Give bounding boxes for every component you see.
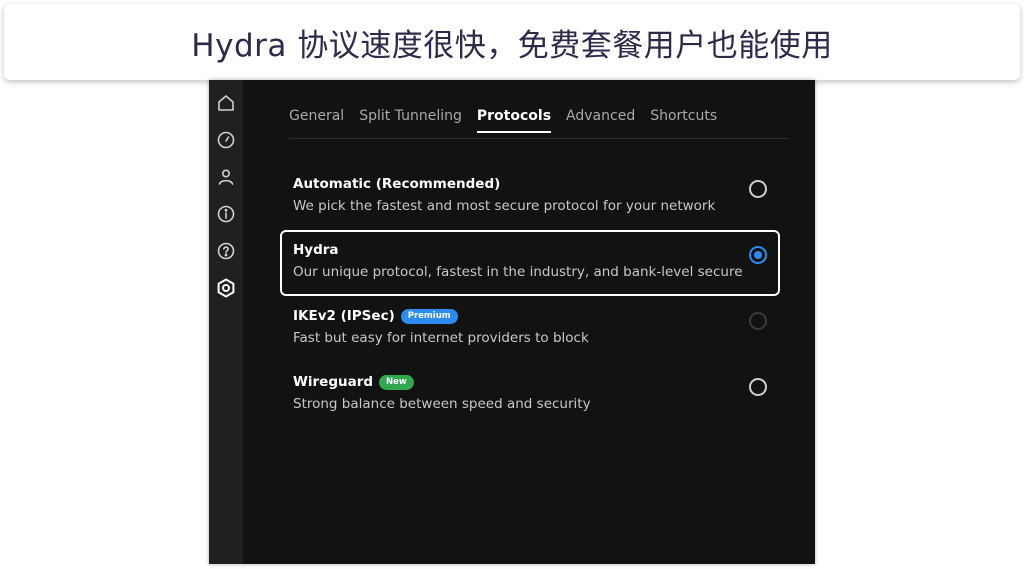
vpn-app-window: General Split Tunneling Protocols Advanc…	[209, 80, 815, 564]
sidebar-item-settings[interactable]	[213, 275, 239, 301]
user-icon	[216, 167, 236, 187]
settings-icon	[215, 277, 237, 299]
settings-content: General Split Tunneling Protocols Advanc…	[244, 80, 815, 564]
protocol-option-ikev2[interactable]: IKEv2 (IPSec) Premium Fast but easy for …	[280, 296, 780, 362]
page: Hydra 协议速度很快，免费套餐用户也能使用 General Split Tu…	[0, 0, 1024, 569]
protocol-option-wireguard[interactable]: Wireguard New Strong balance between spe…	[280, 362, 780, 428]
protocol-name: Wireguard New	[293, 372, 778, 392]
info-icon	[216, 204, 236, 224]
sidebar-item-speed[interactable]	[213, 127, 239, 153]
protocol-radio-ikev2[interactable]	[749, 312, 767, 330]
home-icon	[216, 93, 236, 113]
sidebar-item-account[interactable]	[213, 164, 239, 190]
premium-badge: Premium	[400, 308, 458, 324]
sidebar-item-home[interactable]	[213, 90, 239, 116]
protocol-name-text: Automatic (Recommended)	[293, 176, 501, 192]
protocol-name: Hydra	[293, 240, 778, 260]
protocol-option-hydra[interactable]: Hydra Our unique protocol, fastest in th…	[280, 230, 780, 296]
sidebar-item-info[interactable]	[213, 201, 239, 227]
tab-protocols[interactable]: Protocols	[476, 108, 552, 133]
help-icon	[216, 241, 236, 261]
protocol-description: Fast but easy for internet providers to …	[293, 330, 589, 346]
protocol-list: Automatic (Recommended) We pick the fast…	[280, 164, 780, 428]
sidebar	[209, 80, 243, 564]
protocol-description: We pick the fastest and most secure prot…	[293, 198, 716, 214]
protocol-option-automatic[interactable]: Automatic (Recommended) We pick the fast…	[280, 164, 780, 230]
tab-split-tunneling[interactable]: Split Tunneling	[359, 108, 462, 132]
protocol-name: IKEv2 (IPSec) Premium	[293, 306, 778, 326]
caption-banner: Hydra 协议速度很快，免费套餐用户也能使用	[4, 4, 1020, 80]
speedometer-icon	[216, 130, 236, 150]
protocol-description: Our unique protocol, fastest in the indu…	[293, 264, 743, 280]
protocol-radio-wireguard[interactable]	[749, 378, 767, 396]
protocol-name-text: IKEv2 (IPSec)	[293, 308, 395, 324]
tab-advanced[interactable]: Advanced	[566, 108, 635, 132]
tab-shortcuts[interactable]: Shortcuts	[650, 108, 717, 132]
new-badge: New	[379, 374, 414, 390]
protocol-name: Automatic (Recommended)	[293, 174, 778, 194]
protocol-description: Strong balance between speed and securit…	[293, 396, 591, 412]
protocol-name-text: Wireguard	[293, 374, 374, 390]
protocol-name-text: Hydra	[293, 242, 339, 258]
tab-general[interactable]: General	[289, 108, 344, 132]
protocol-radio-automatic[interactable]	[749, 180, 767, 198]
settings-tabs: General Split Tunneling Protocols Advanc…	[289, 108, 789, 139]
caption-text: Hydra 协议速度很快，免费套餐用户也能使用	[191, 27, 833, 64]
protocol-radio-hydra[interactable]	[749, 246, 767, 264]
sidebar-item-help[interactable]	[213, 238, 239, 264]
